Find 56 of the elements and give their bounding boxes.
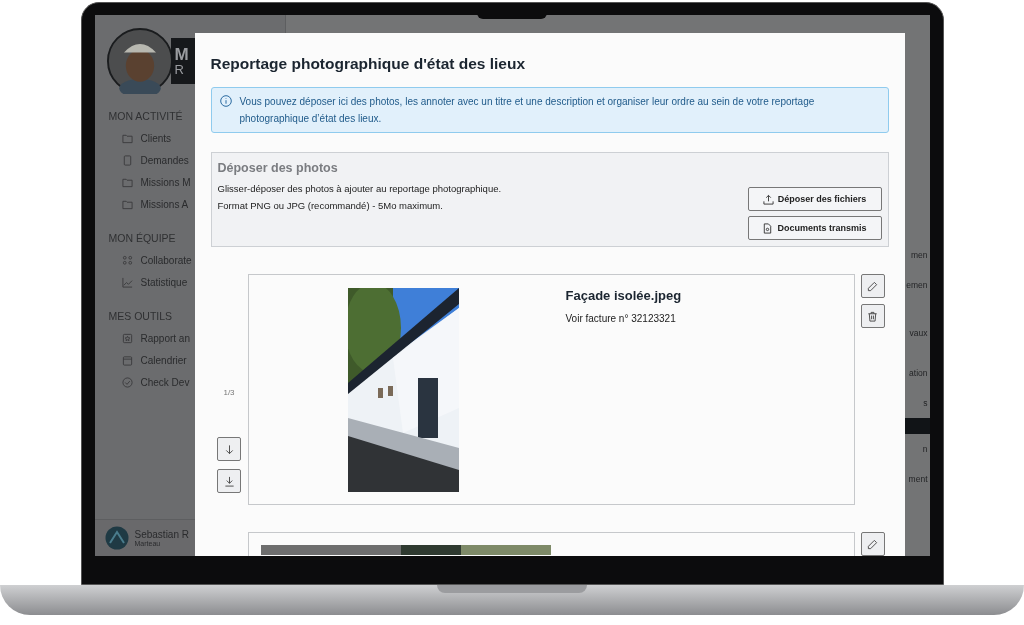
logo-letter: R xyxy=(174,63,185,76)
edit-button[interactable] xyxy=(860,274,885,298)
sidebar-item[interactable]: Calendrier xyxy=(140,355,187,366)
background-text: men xyxy=(910,249,928,262)
document-icon xyxy=(762,222,774,234)
move-down-button[interactable] xyxy=(217,437,241,461)
people-icon xyxy=(121,255,133,266)
upload-icon xyxy=(762,193,774,205)
user-name: Sebastian R xyxy=(134,529,189,540)
section-title: MON ACTIVITÉ xyxy=(108,110,183,122)
info-text: Vous pouvez déposer ici des photos, les annoter avec un titre et une description et organiser leur ordre au sein de votre reportage photographique d’état des lieux. xyxy=(239,95,816,126)
section-title: MON ÉQUIPE xyxy=(108,232,176,244)
sidebar-item[interactable]: Check Dev xyxy=(140,377,190,388)
star-icon xyxy=(121,333,133,344)
photo-description: Voir facture n° 32123321 xyxy=(565,313,677,324)
doc-icon xyxy=(121,155,133,166)
documents-button[interactable]: Documents transmis xyxy=(747,216,882,240)
pencil-icon xyxy=(867,280,878,292)
background-text: s xyxy=(923,397,928,410)
arrow-down-icon xyxy=(223,443,235,455)
delete-button[interactable] xyxy=(860,304,885,328)
background-text: ment xyxy=(908,473,928,486)
arrow-to-bottom-icon xyxy=(223,475,235,487)
trash-icon xyxy=(867,310,878,322)
modal-title: Reportage photographique d'état des lieux xyxy=(210,55,527,73)
sidebar-item[interactable]: Missions A xyxy=(140,199,189,210)
dropzone-title: Déposer des photos xyxy=(217,161,339,175)
background-text: vaux xyxy=(909,327,928,340)
background-text: n xyxy=(922,443,928,456)
section-title: MES OUTILS xyxy=(108,310,173,322)
background-text: emen xyxy=(906,279,928,292)
pencil-icon xyxy=(867,538,878,550)
logo-letter: M xyxy=(174,46,190,63)
info-icon xyxy=(219,95,232,107)
dropzone-text: Format PNG ou JPG (recommandé) - 5Mo maximum. xyxy=(217,200,444,211)
selected-row xyxy=(904,418,930,434)
sidebar-item[interactable]: Rapport an xyxy=(140,333,190,344)
sidebar-item[interactable]: Collaborate xyxy=(140,255,192,266)
dropzone-text: Glisser-déposer des photos à ajouter au reportage photographique. xyxy=(217,183,502,194)
folder-icon xyxy=(121,177,133,188)
folder-icon xyxy=(121,133,133,144)
check-icon xyxy=(121,377,133,388)
folder-icon xyxy=(121,199,133,210)
sidebar-item[interactable]: Statistique xyxy=(140,277,188,288)
edit-button[interactable] xyxy=(860,532,885,556)
calendar-icon xyxy=(121,355,133,366)
user-avatar-icon xyxy=(104,526,129,550)
sidebar-item[interactable]: Missions M xyxy=(140,177,191,188)
background-text: ation xyxy=(909,367,928,380)
move-to-bottom-button[interactable] xyxy=(217,469,241,493)
upload-files-button[interactable]: Déposer des fichiers xyxy=(747,187,882,211)
photo-title: Façade isolée.jpeg xyxy=(565,288,682,303)
sidebar-item[interactable]: Demandes xyxy=(140,155,189,166)
sidebar-item[interactable]: Clients xyxy=(140,133,172,144)
chart-icon xyxy=(121,277,133,288)
photo-counter: 1/3 xyxy=(223,388,235,397)
